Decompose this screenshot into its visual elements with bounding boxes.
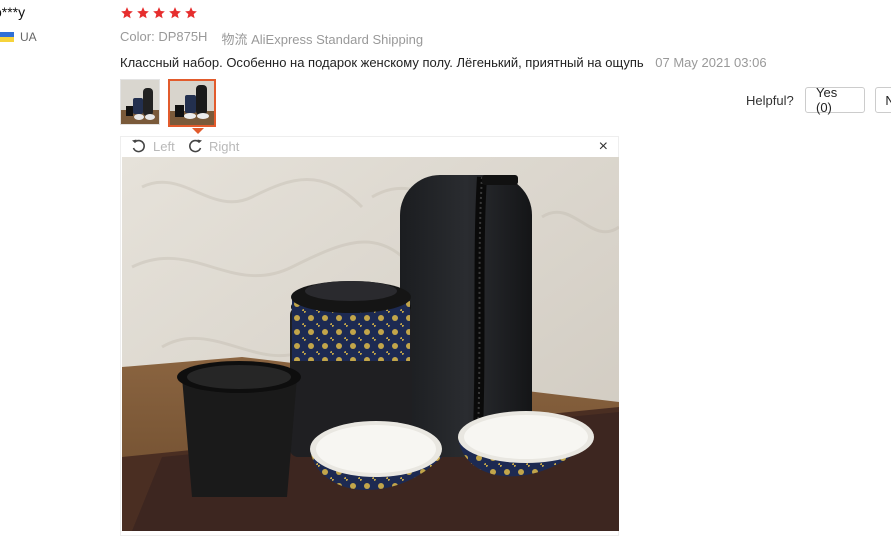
star-icon	[185, 7, 197, 19]
review-text: Классный набор. Особенно на подарок женс…	[120, 55, 644, 70]
star-icon	[169, 7, 181, 19]
shipping-info: 物流 AliExpress Standard Shipping	[221, 29, 423, 48]
shipping-value: AliExpress Standard Shipping	[251, 32, 424, 47]
active-thumbnail-indicator	[192, 128, 204, 134]
shipping-label: 物流	[221, 32, 248, 47]
rating-stars	[120, 6, 198, 20]
rotate-right-button[interactable]: Right	[187, 138, 239, 154]
image-viewer: Left Right ×	[120, 136, 619, 536]
rotate-right-icon	[189, 139, 202, 153]
viewer-toolbar: Left Right ×	[121, 137, 618, 157]
review-thumbnails	[120, 79, 216, 127]
rotate-left-label: Left	[153, 138, 175, 154]
helpful-no-button[interactable]: N	[875, 87, 891, 113]
helpful-yes-button[interactable]: Yes (0)	[805, 85, 865, 115]
country-code: UA	[20, 30, 37, 44]
review-photo	[122, 157, 619, 531]
star-icon	[121, 7, 133, 19]
reviewer-name: o***y	[0, 4, 26, 20]
close-icon[interactable]: ×	[599, 138, 608, 156]
review-time: 07 May 2021 03:06	[655, 55, 767, 70]
review-body: Классный набор. Особенно на подарок женс…	[120, 55, 767, 70]
star-icon	[137, 7, 149, 19]
color-value: DP875H	[158, 29, 208, 44]
color-label: Color:	[120, 29, 155, 44]
thumbnail-2[interactable]	[168, 79, 216, 127]
rotate-left-button[interactable]: Left	[131, 138, 175, 154]
review-meta: Color: DP875H 物流 AliExpress Standard Shi…	[120, 29, 423, 48]
color-info: Color: DP875H	[120, 29, 207, 48]
rotate-right-label: Right	[209, 138, 240, 154]
thumbnail-1[interactable]	[120, 79, 160, 125]
reviewer-country: UA	[0, 30, 37, 44]
flag-icon	[0, 32, 14, 42]
helpful-label: Helpful?	[746, 93, 794, 108]
star-icon	[153, 7, 165, 19]
rotate-left-icon	[132, 139, 145, 153]
